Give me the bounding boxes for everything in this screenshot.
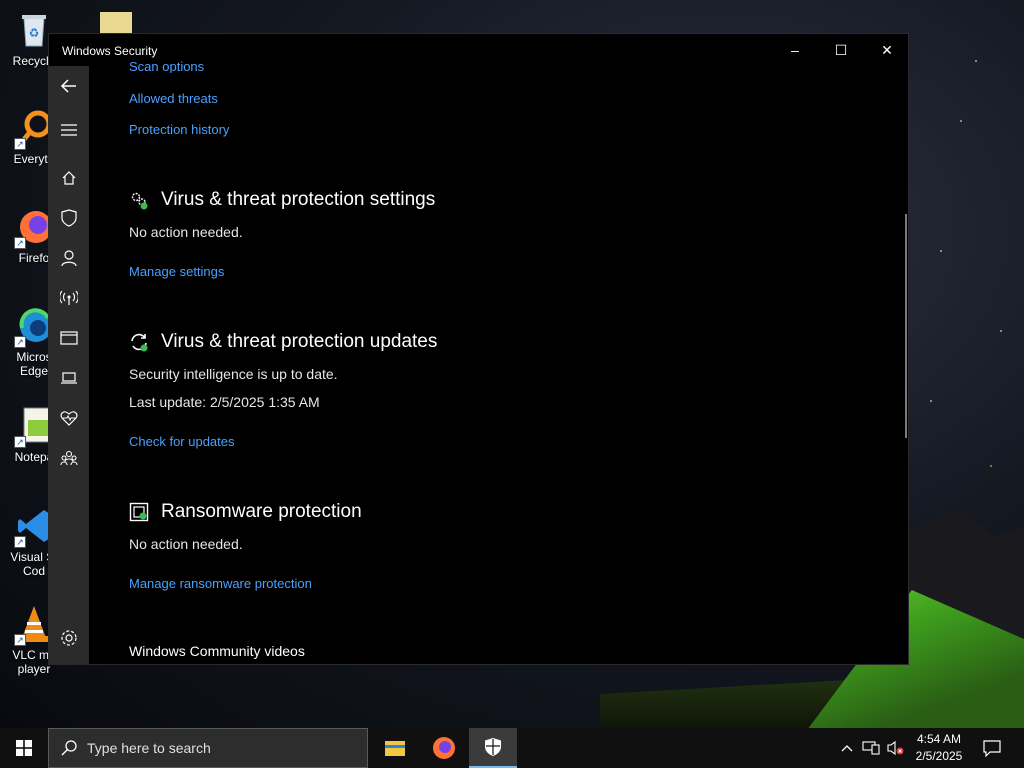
main-content: Scan options Allowed threats Protection …	[89, 34, 909, 664]
shortcut-arrow-icon: ↗	[14, 336, 26, 348]
updates-section-heading: Virus & threat protection updates	[129, 331, 437, 353]
ransomware-section-title: Ransomware protection	[161, 501, 362, 522]
volume-tray-button[interactable]	[884, 728, 906, 768]
ransomware-section-heading: Ransomware protection	[129, 501, 362, 523]
navigation-sidebar	[49, 66, 89, 664]
settings-section-heading: Virus & threat protection settings	[129, 189, 435, 211]
back-icon	[60, 79, 76, 93]
star	[1000, 330, 1002, 332]
start-button[interactable]	[0, 728, 48, 768]
clock-date: 2/5/2025	[915, 749, 963, 763]
file-explorer-icon	[385, 741, 405, 756]
scan-options-link[interactable]: Scan options	[129, 59, 204, 73]
taskbar: Type here to search 4:54 AM 2/5/2025	[0, 728, 1024, 768]
scrollbar[interactable]	[905, 214, 907, 438]
sidebar-item-family-options[interactable]	[49, 440, 89, 476]
volume-muted-icon	[887, 740, 904, 756]
search-icon	[61, 740, 77, 756]
family-icon	[60, 450, 78, 466]
settings-status-text: No action needed.	[129, 224, 243, 240]
notification-icon	[983, 740, 1001, 757]
sidebar-item-firewall[interactable]	[49, 280, 89, 316]
ransomware-status-text: No action needed.	[129, 536, 243, 552]
allowed-threats-link[interactable]: Allowed threats	[129, 91, 218, 106]
star	[990, 465, 992, 467]
menu-button[interactable]	[49, 112, 89, 148]
clock-time: 4:54 AM	[916, 732, 962, 746]
show-hidden-icons-button[interactable]	[838, 728, 856, 768]
app-browser-icon	[60, 331, 78, 345]
back-button[interactable]	[49, 68, 89, 104]
svg-text:♻: ♻	[29, 26, 40, 40]
network-icon	[60, 290, 78, 305]
shield-icon	[61, 209, 77, 227]
star	[930, 400, 932, 402]
network-tray-button[interactable]	[860, 728, 882, 768]
sidebar-item-device-security[interactable]	[49, 360, 89, 396]
shortcut-arrow-icon: ↗	[14, 237, 26, 249]
taskbar-search-box[interactable]: Type here to search	[48, 728, 368, 768]
settings-icon	[61, 630, 77, 646]
windows-security-shield-icon	[485, 738, 501, 756]
sidebar-item-home[interactable]	[49, 160, 89, 196]
action-center-button[interactable]	[978, 728, 1006, 768]
manage-ransomware-link[interactable]: Manage ransomware protection	[129, 576, 312, 591]
protection-history-link[interactable]: Protection history	[129, 122, 229, 137]
gears-icon	[129, 190, 149, 210]
windows-security-window: Windows Security – ☐ ✕ Scan options Allo…	[48, 33, 909, 665]
sidebar-item-app-browser[interactable]	[49, 320, 89, 356]
shortcut-arrow-icon: ↗	[14, 634, 26, 646]
manage-settings-link[interactable]: Manage settings	[129, 264, 224, 279]
health-icon	[60, 411, 78, 426]
windows-logo-icon	[16, 740, 32, 756]
refresh-icon	[129, 332, 149, 352]
updates-section-title: Virus & threat protection updates	[161, 331, 438, 352]
device-security-icon	[61, 372, 77, 384]
shortcut-arrow-icon: ↗	[14, 536, 26, 548]
network-wired-icon	[862, 741, 880, 755]
ransomware-icon	[129, 502, 149, 522]
star	[975, 60, 977, 62]
sidebar-item-account-protection[interactable]	[49, 240, 89, 276]
menu-icon	[61, 124, 77, 136]
taskbar-firefox[interactable]	[420, 728, 468, 768]
sidebar-item-device-health[interactable]	[49, 400, 89, 436]
star	[960, 120, 962, 122]
check-for-updates-link[interactable]: Check for updates	[129, 434, 235, 449]
account-icon	[61, 250, 77, 267]
last-update-text: Last update: 2/5/2025 1:35 AM	[129, 394, 320, 410]
sidebar-item-virus-protection[interactable]	[49, 200, 89, 236]
firefox-icon	[433, 737, 455, 759]
star	[940, 250, 942, 252]
shortcut-arrow-icon: ↗	[14, 436, 26, 448]
settings-section-title: Virus & threat protection settings	[161, 189, 436, 210]
taskbar-file-explorer[interactable]	[371, 728, 419, 768]
home-icon	[62, 171, 76, 185]
updates-status-text: Security intelligence is up to date.	[129, 366, 338, 382]
community-videos-heading: Windows Community videos	[129, 643, 305, 659]
sidebar-item-settings[interactable]	[49, 620, 89, 656]
search-placeholder: Type here to search	[87, 740, 211, 756]
taskbar-windows-security[interactable]	[469, 728, 517, 768]
shortcut-arrow-icon: ↗	[14, 138, 26, 150]
taskbar-clock[interactable]: 4:54 AM 2/5/2025	[906, 731, 972, 765]
chevron-up-icon	[841, 745, 853, 752]
